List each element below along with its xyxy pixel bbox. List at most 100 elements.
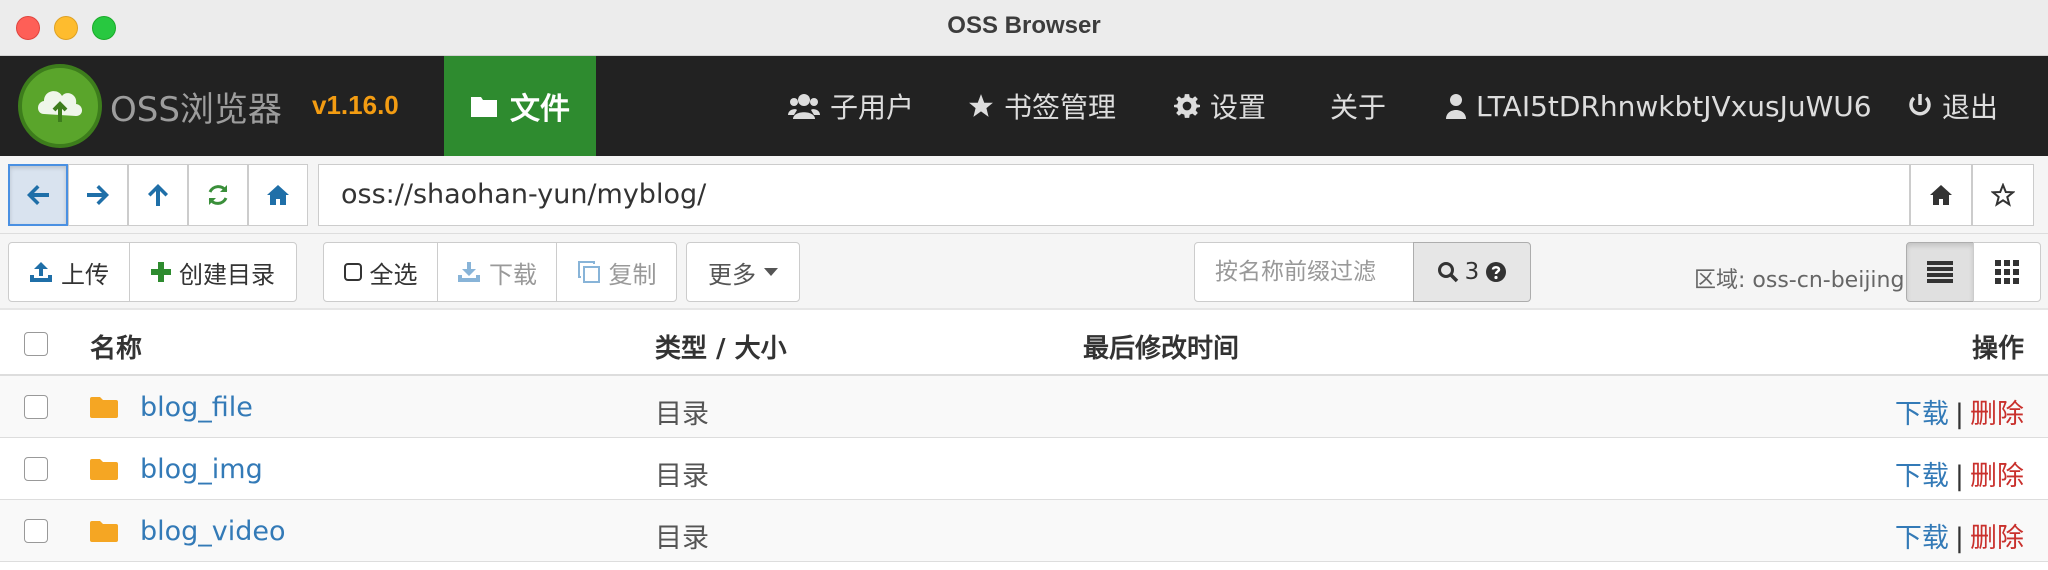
download-icon [458,262,480,282]
power-icon [1909,94,1931,116]
row-delete-link[interactable]: 删除 [1970,461,2024,492]
window-titlebar: OSS Browser [0,0,2048,56]
nav-logout[interactable]: 退出 [1908,56,1998,156]
column-type-size-header[interactable]: 类型 / 大小 [655,328,787,365]
more-label: 更多 [708,260,756,289]
select-all-button[interactable]: 全选 [323,242,438,302]
row-name-link[interactable]: blog_file [140,392,253,423]
search-result-count: 3 [1464,259,1480,285]
folder-open-icon [471,97,497,117]
refresh-icon [208,185,228,205]
download-label: 下载 [489,260,537,289]
select-all-label: 全选 [369,260,418,289]
column-name-header[interactable]: 名称 [90,328,142,365]
row-type: 目录 [655,523,709,554]
copy-button[interactable]: 复制 [556,242,677,302]
nav-settings-label: 设置 [1210,91,1267,124]
row-actions: 下载 | 删除 [1895,454,2024,493]
row-name-link[interactable]: blog_img [140,454,263,485]
plus-icon [151,262,171,282]
row-name-link[interactable]: blog_video [140,516,286,547]
list-icon [1927,261,1953,283]
window-title: OSS Browser [947,12,1101,39]
folder-icon [90,459,118,480]
nav-subusers-label: 子用户 [830,91,915,124]
star-outline-icon [1991,183,2015,207]
row-checkbox[interactable] [24,457,48,481]
row-checkbox[interactable] [24,519,48,543]
row-actions-separator: | [1954,523,1964,554]
nav-files-label: 文件 [510,92,570,127]
table-row[interactable]: blog_video 目录 下载 | 删除 [0,500,2048,562]
copy-icon [577,261,600,283]
row-type: 目录 [655,461,709,492]
star-icon [969,94,993,117]
nav-files-tab[interactable]: 文件 [444,56,596,156]
download-button[interactable]: 下载 [437,242,557,302]
gear-icon [1174,94,1200,118]
file-table-header: 名称 类型 / 大小 最后修改时间 操作 [0,312,2048,376]
arrow-right-icon [87,185,109,205]
action-toolbar: 上传 创建目录 全选 下载 复制 更多 按名称前缀过滤 3 区域: oss-cn… [0,234,2048,310]
search-icon [1437,262,1458,283]
row-actions-separator: | [1954,461,1964,492]
users-icon [788,94,820,119]
home-icon [1930,185,1952,205]
create-directory-label: 创建目录 [179,260,275,289]
arrow-left-icon [27,185,49,205]
table-row[interactable]: blog_img 目录 下载 | 删除 [0,438,2048,500]
upload-icon [30,262,52,282]
question-circle-icon[interactable] [1485,261,1507,283]
nav-bookmarks-label: 书签管理 [1004,91,1117,124]
upload-label: 上传 [61,260,109,289]
column-modified-header[interactable]: 最后修改时间 [1083,328,1239,365]
row-actions: 下载 | 删除 [1895,392,2024,431]
row-type: 目录 [655,399,709,430]
nav-about[interactable]: 关于 [1330,56,1386,156]
name-prefix-filter-input[interactable]: 按名称前缀过滤 [1194,242,1414,302]
row-delete-link[interactable]: 删除 [1970,523,2024,554]
nav-subusers[interactable]: 子用户 [788,56,914,156]
create-directory-button[interactable]: 创建目录 [129,242,297,302]
checkbox-icon [343,263,362,281]
arrow-up-icon [148,184,168,206]
nav-about-label: 关于 [1330,91,1387,124]
upload-button[interactable]: 上传 [8,242,130,302]
grid-view-button[interactable] [1973,242,2041,302]
go-home-button[interactable] [1910,164,1972,226]
app-logo-icon [18,64,102,148]
search-button[interactable]: 3 [1413,242,1531,302]
more-dropdown[interactable]: 更多 [686,242,800,302]
table-row[interactable]: blog_file 目录 下载 | 删除 [0,376,2048,438]
row-download-link[interactable]: 下载 [1895,523,1949,554]
nav-account[interactable]: LTAI5tDRhnwkbtJVxusJuWU6 [1446,56,1872,156]
row-download-link[interactable]: 下载 [1895,399,1949,430]
caret-down-icon [764,268,778,276]
select-all-checkbox[interactable] [24,332,48,356]
row-download-link[interactable]: 下载 [1895,461,1949,492]
nav-bookmarks[interactable]: 书签管理 [968,56,1116,156]
up-button[interactable] [128,164,188,226]
row-checkbox[interactable] [24,395,48,419]
row-actions-separator: | [1954,399,1964,430]
home-icon [267,185,289,205]
column-ops-header: 操作 [1971,334,2024,364]
grid-icon [1995,260,2019,284]
copy-label: 复制 [608,260,657,289]
nav-settings[interactable]: 设置 [1174,56,1266,156]
folder-icon [90,521,118,542]
back-button[interactable] [8,164,68,226]
forward-button[interactable] [68,164,128,226]
refresh-button[interactable] [188,164,248,226]
bookmark-button[interactable] [1972,164,2034,226]
nav-logout-label: 退出 [1942,91,1999,124]
folder-icon [90,397,118,418]
row-actions: 下载 | 删除 [1895,516,2024,555]
row-delete-link[interactable]: 删除 [1970,399,2024,430]
home-nav-button[interactable] [248,164,308,226]
region-label: 区域: oss-cn-beijing [1694,268,1905,293]
user-icon [1446,94,1466,119]
path-toolbar: oss://shaohan-yun/myblog/ [0,156,2048,234]
address-input[interactable]: oss://shaohan-yun/myblog/ [318,164,1910,226]
list-view-button[interactable] [1906,242,1974,302]
